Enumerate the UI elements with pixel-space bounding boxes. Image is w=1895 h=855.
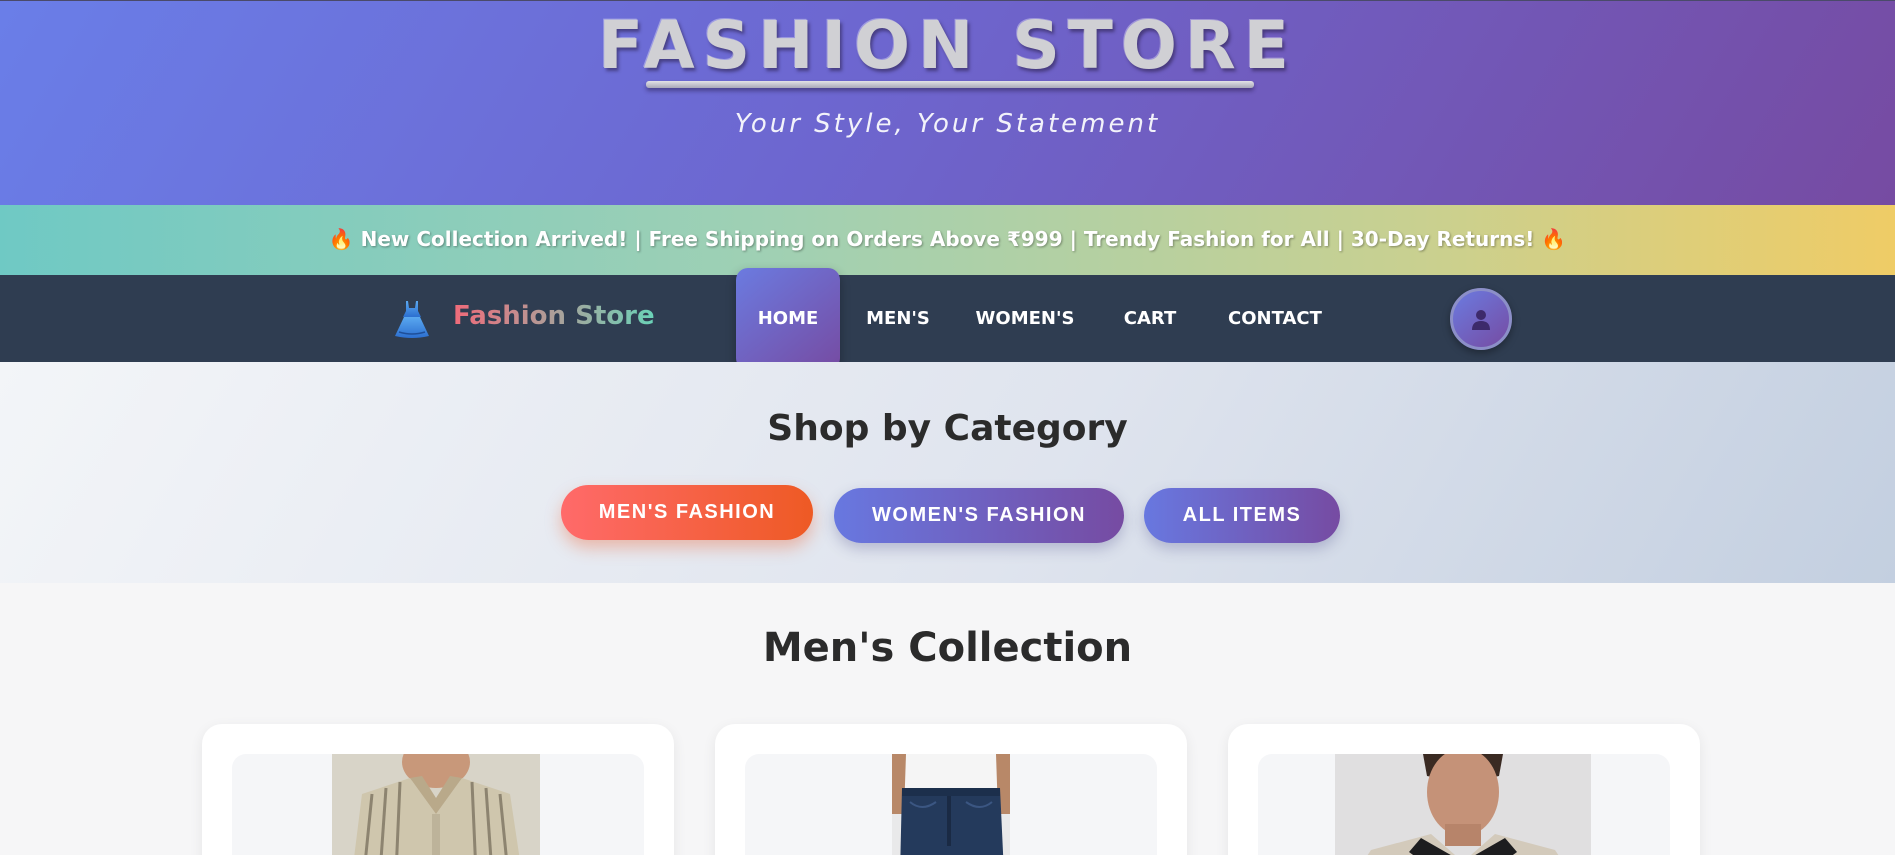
product-image[interactable] xyxy=(745,754,1157,855)
category-title: Shop by Category xyxy=(767,408,1128,449)
title-underline xyxy=(646,81,1254,88)
nav-home[interactable]: HOME xyxy=(736,268,840,370)
site-title: FASHION STORE xyxy=(598,7,1297,84)
profile-button[interactable] xyxy=(1450,288,1512,350)
brand-name[interactable]: Fashion Store xyxy=(453,301,655,331)
nav-contact[interactable]: CONTACT xyxy=(1218,275,1332,362)
striped-shirt-photo xyxy=(332,754,540,855)
polo-shirt-photo xyxy=(1335,754,1591,855)
promo-text: New Collection Arrived! | Free Shipping … xyxy=(360,227,1535,251)
product-card[interactable] xyxy=(202,724,674,855)
mens-fashion-button[interactable]: MEN'S FASHION xyxy=(561,485,813,540)
nav-womens[interactable]: WOMEN'S xyxy=(966,275,1084,362)
womens-fashion-button[interactable]: WOMEN'S FASHION xyxy=(834,488,1124,543)
jeans-photo xyxy=(892,754,1010,855)
main-nav: Fashion Store HOME MEN'S WOMEN'S CART CO… xyxy=(0,268,1895,370)
user-icon xyxy=(1472,310,1490,330)
nav-mens[interactable]: MEN'S xyxy=(856,275,940,362)
site-tagline: Your Style, Your Statement xyxy=(734,109,1161,139)
product-image[interactable] xyxy=(232,754,644,855)
product-card[interactable] xyxy=(715,724,1187,855)
nav-cart[interactable]: CART xyxy=(1112,275,1188,362)
product-image[interactable] xyxy=(1258,754,1670,855)
promo-banner: 🔥 New Collection Arrived! | Free Shippin… xyxy=(0,205,1895,275)
promo-message: 🔥 New Collection Arrived! | Free Shippin… xyxy=(0,227,1895,251)
category-section: Shop by Category MEN'S FASHION WOMEN'S F… xyxy=(0,362,1895,583)
fire-icon: 🔥 xyxy=(328,227,354,251)
site-header: FASHION STORE Your Style, Your Statement xyxy=(0,0,1895,205)
fire-icon: 🔥 xyxy=(1541,227,1567,251)
product-card[interactable] xyxy=(1228,724,1700,855)
collection-title: Men's Collection xyxy=(762,625,1133,671)
dress-icon xyxy=(393,299,431,339)
all-items-button[interactable]: ALL ITEMS xyxy=(1144,488,1340,543)
